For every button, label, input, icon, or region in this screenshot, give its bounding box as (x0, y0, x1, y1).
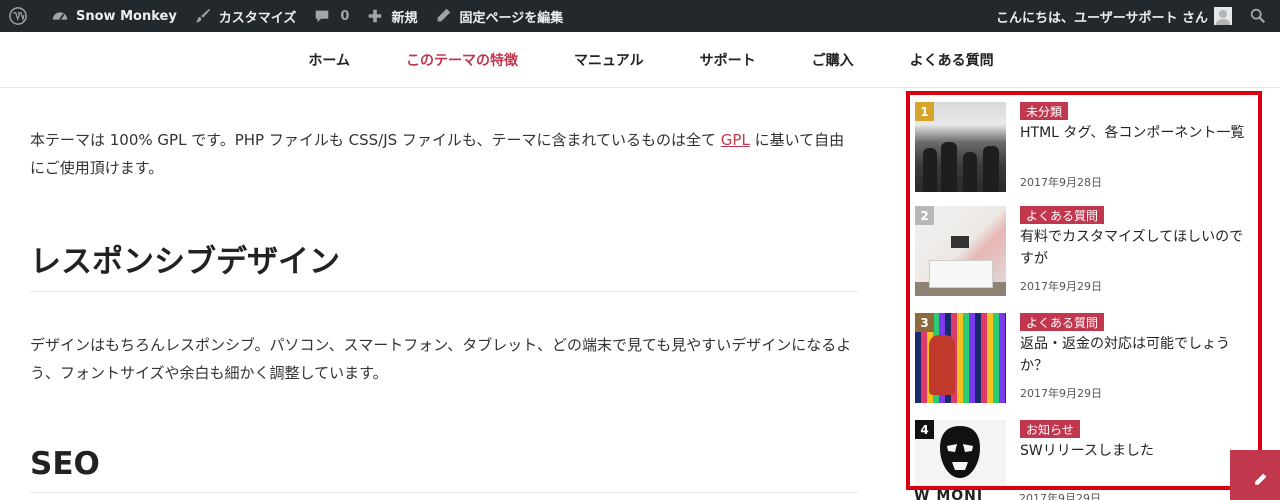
nav-menu: ホーム このテーマの特徴 マニュアル サポート ご購入 よくある質問 (0, 32, 1280, 88)
avatar (1214, 7, 1232, 25)
customize-label: カスタマイズ (218, 10, 297, 26)
comments-link[interactable]: 0 (304, 0, 357, 32)
nav-item[interactable]: ご購入 (784, 50, 882, 70)
dashboard-icon (50, 6, 70, 26)
post-title[interactable]: 返品・返金の対応は可能でしょうか？ (1020, 333, 1250, 377)
comment-icon (312, 6, 332, 26)
popular-post-item[interactable]: 4 お知らせ SWリリースしました (915, 420, 1255, 486)
category-badge[interactable]: お知らせ (1020, 420, 1080, 438)
category-badge[interactable]: よくある質問 (1020, 206, 1105, 224)
site-name-link[interactable]: Snow Monkey (42, 0, 185, 32)
site-name-label: Snow Monkey (76, 8, 177, 24)
wordpress-icon (8, 6, 28, 26)
post-date: 2017年9月29日 (1020, 387, 1102, 400)
peek-date: 2017年9月29日 (1019, 492, 1101, 500)
paintbrush-icon (193, 6, 213, 26)
nav-item[interactable]: マニュアル (546, 50, 672, 70)
rank-badge: 3 (915, 313, 934, 332)
admin-bar: Snow Monkey カスタマイズ 0 新規 固定ページを編集 こんにちは、ユ… (0, 0, 1280, 32)
heading-responsive: レスポンシブデザイン (30, 236, 858, 292)
search-button[interactable] (1240, 0, 1280, 32)
nav-item[interactable]: ホーム (280, 50, 378, 70)
new-content-link[interactable]: 新規 (357, 0, 425, 32)
comments-count: 0 (340, 8, 350, 24)
pencil-icon (1255, 473, 1267, 485)
popular-post-item[interactable]: 3 よくある質問 返品・返金の対応は可能でしょうか？ 2017年9月29日 (915, 313, 1255, 405)
edit-page-link[interactable]: 固定ページを編集 (425, 0, 571, 32)
monkey-logo-icon (940, 426, 980, 478)
plus-icon (365, 6, 385, 26)
post-title[interactable]: SWリリースしました (1020, 440, 1250, 462)
wordpress-logo-button[interactable] (0, 0, 42, 32)
post-thumbnail[interactable]: 2 (915, 206, 1006, 296)
category-badge[interactable]: よくある質問 (1020, 313, 1105, 331)
responsive-paragraph: デザインはもちろんレスポンシブ。パソコン、スマートフォン、タブレット、どの端末で… (30, 336, 852, 382)
pencil-icon (433, 6, 453, 26)
popular-posts-widget: 1 未分類 HTML タグ、各コンポーネント一覧 2017年9月28日 2 よく… (906, 91, 1262, 490)
gpl-link[interactable]: GPL (721, 131, 750, 149)
edit-page-label: 固定ページを編集 (459, 10, 564, 26)
post-title[interactable]: 有料でカスタマイズしてほしいのですが (1020, 226, 1250, 270)
post-date: 2017年9月28日 (1020, 176, 1102, 189)
rank-badge: 4 (915, 420, 934, 439)
my-account-link[interactable]: こんにちは、ユーザーサポート さん (988, 0, 1240, 32)
admin-bar-right: こんにちは、ユーザーサポート さん (988, 0, 1280, 32)
popular-post-item[interactable]: 2 よくある質問 有料でカスタマイズしてほしいのですが 2017年9月29日 (915, 206, 1255, 298)
search-icon (1248, 6, 1268, 26)
customize-link[interactable]: カスタマイズ (185, 0, 305, 32)
license-paragraph: 本テーマは 100% GPL です。PHP ファイルも CSS/JS ファイルも… (30, 126, 858, 182)
license-text-before: 本テーマは 100% GPL です。PHP ファイルも CSS/JS ファイルも… (30, 131, 721, 149)
popular-post-item[interactable]: 1 未分類 HTML タグ、各コンポーネント一覧 2017年9月28日 (915, 102, 1255, 194)
nav-item[interactable]: よくある質問 (882, 50, 1022, 70)
nav-item[interactable]: サポート (672, 50, 784, 70)
nav-item[interactable]: このテーマの特徴 (378, 50, 546, 70)
greeting-label: こんにちは、ユーザーサポート さん (995, 10, 1208, 26)
global-nav: ホーム このテーマの特徴 マニュアル サポート ご購入 よくある質問 (0, 32, 1280, 88)
post-title[interactable]: HTML タグ、各コンポーネント一覧 (1020, 122, 1250, 144)
post-date: 2017年9月29日 (1020, 280, 1102, 293)
post-thumbnail[interactable]: 3 (915, 313, 1006, 403)
rank-badge: 2 (915, 206, 934, 225)
category-badge[interactable]: 未分類 (1020, 102, 1069, 120)
floating-edit-button[interactable] (1230, 450, 1280, 500)
heading-seo: SEO (30, 446, 858, 493)
rank-badge: 1 (915, 102, 934, 121)
post-thumbnail[interactable]: 4 (915, 420, 1006, 486)
post-thumbnail[interactable]: 1 (915, 102, 1006, 192)
new-content-label: 新規 (391, 10, 418, 26)
